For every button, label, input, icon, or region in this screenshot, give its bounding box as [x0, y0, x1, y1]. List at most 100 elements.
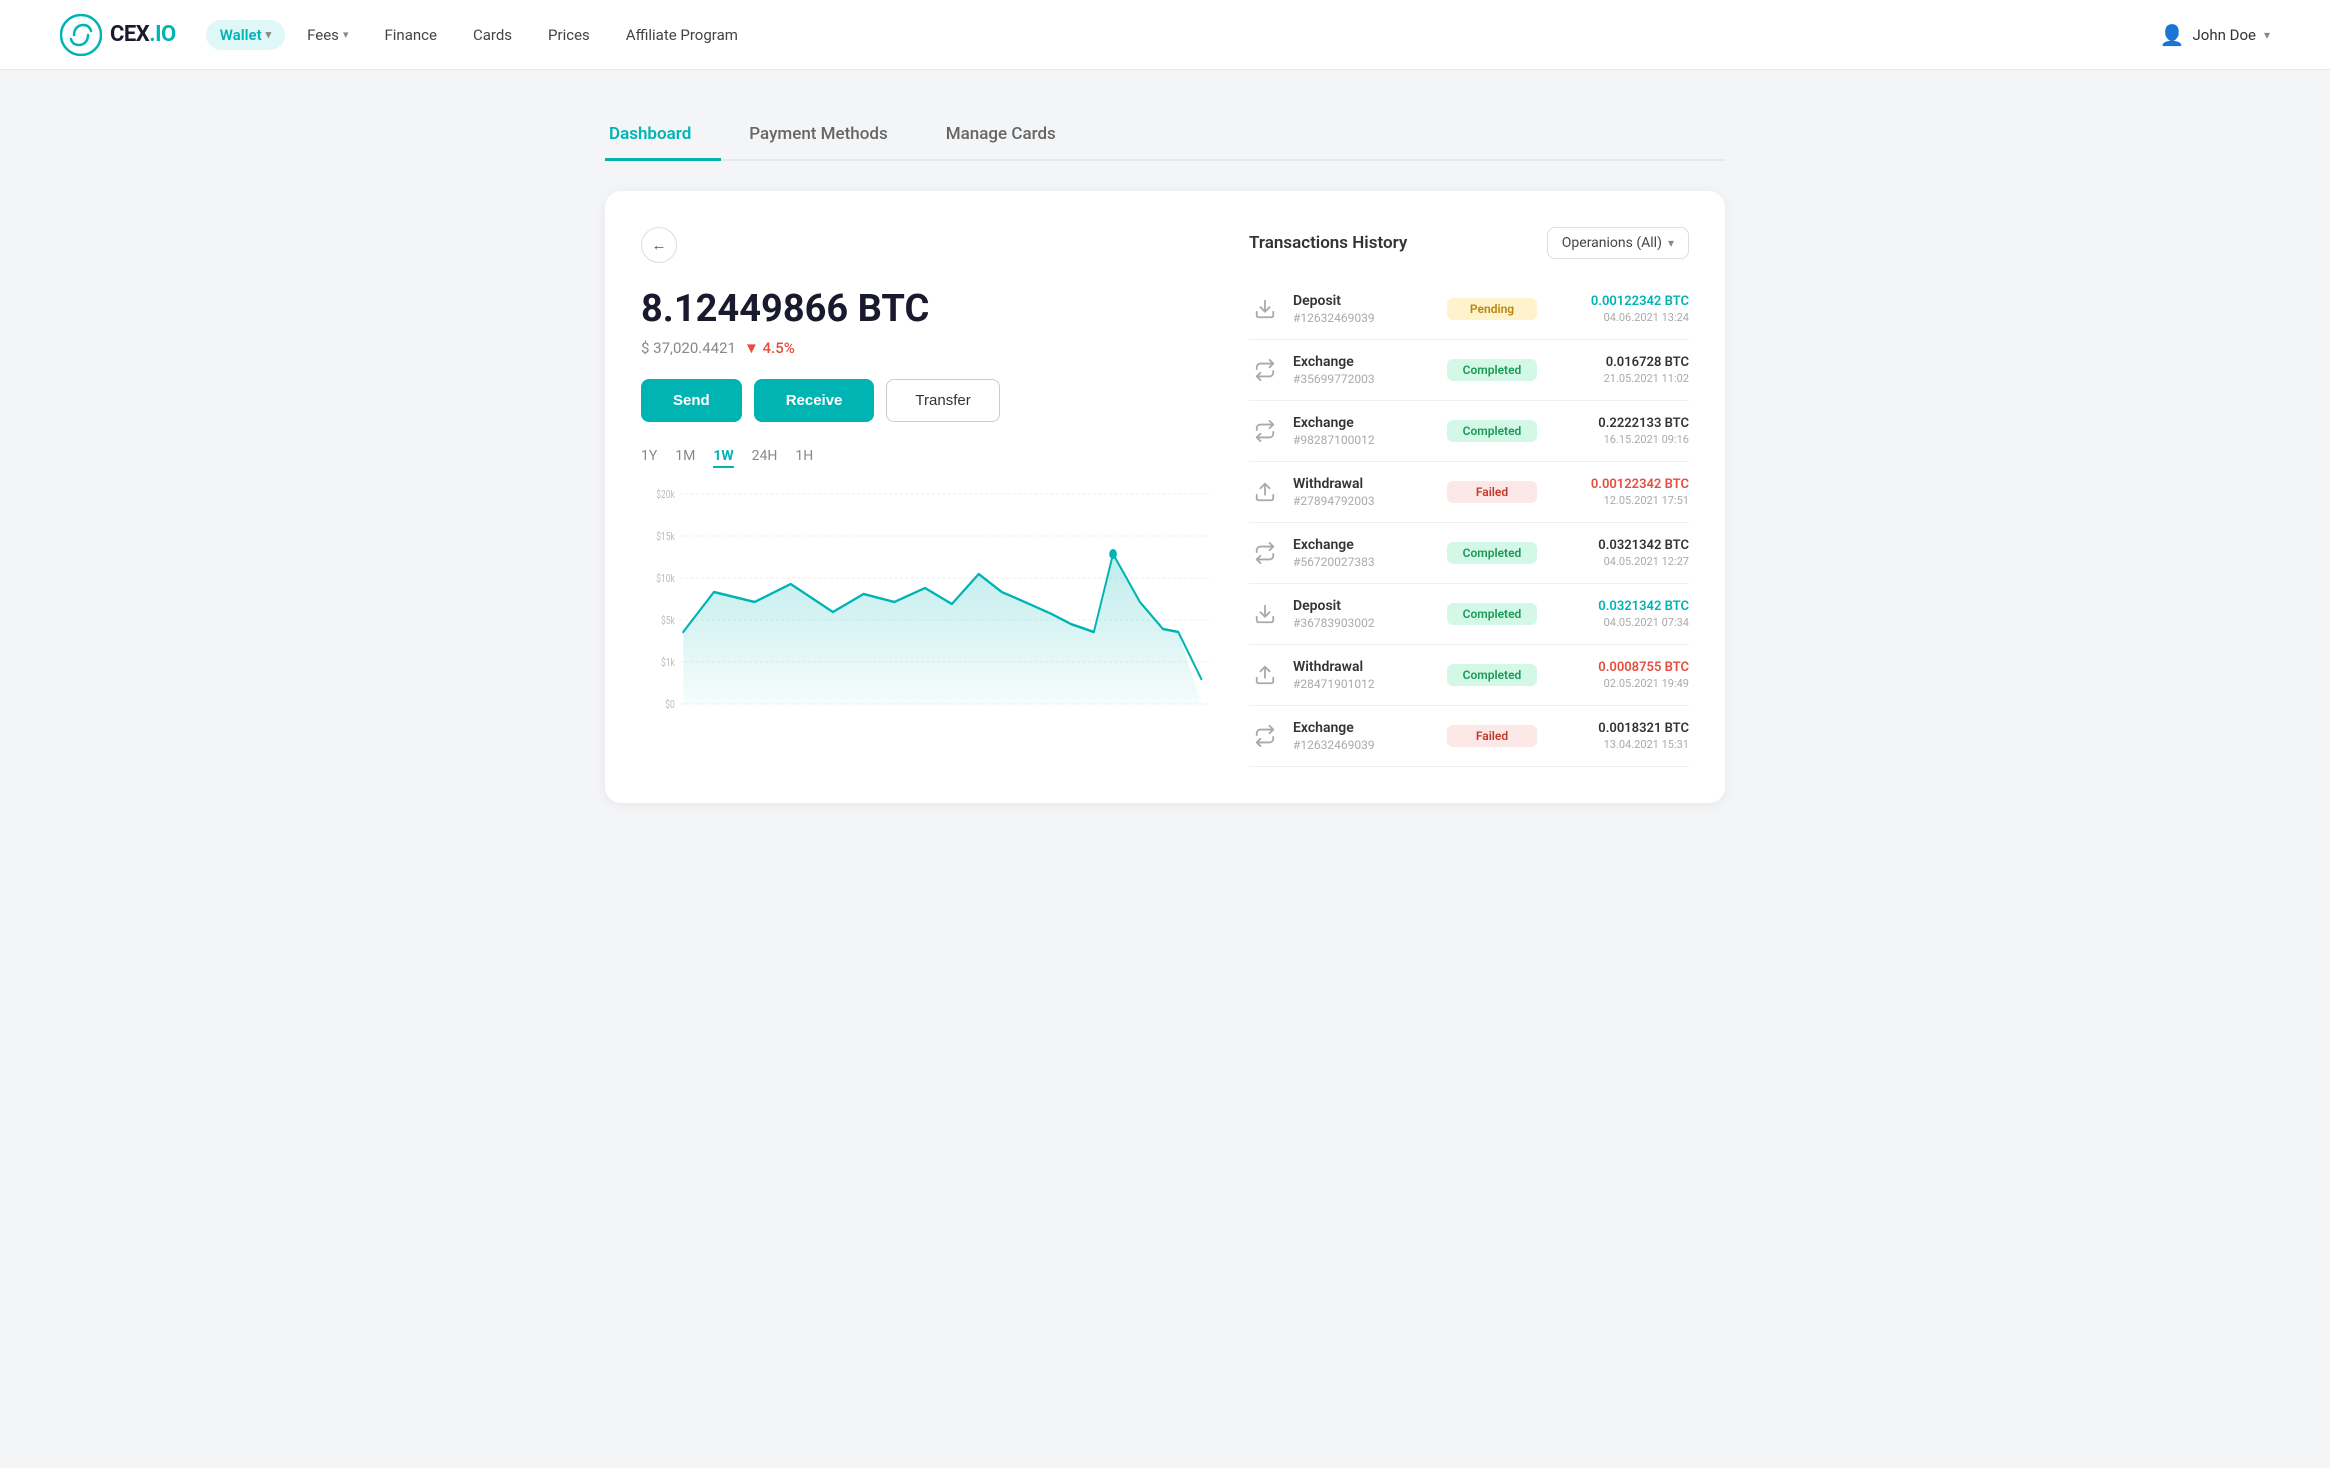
status-badge: Completed: [1447, 603, 1537, 625]
table-row: Exchange #35699772003 Completed 0.016728…: [1249, 340, 1689, 401]
transactions-title: Transactions History: [1249, 233, 1407, 253]
main-card: ← 8.12449866 BTC $ 37,020.4421 ▼ 4.5% Se…: [605, 191, 1725, 803]
transaction-date: 13.04.2021 15:31: [1549, 738, 1689, 751]
transaction-amount: 0.016728 BTC: [1549, 355, 1689, 370]
transaction-id: #12632469039: [1293, 738, 1435, 752]
nav-item-finance[interactable]: Finance: [370, 20, 450, 50]
transaction-icon: [1249, 476, 1281, 508]
table-row: Deposit #12632469039 Pending 0.00122342 …: [1249, 279, 1689, 340]
back-button[interactable]: ←: [641, 227, 677, 263]
page-content: Dashboard Payment Methods Manage Cards ←…: [565, 70, 1765, 843]
price-chart: $20k $15k $10k $5k $1k $0: [641, 484, 1209, 744]
right-panel: Transactions History Operanions (All) ▾ …: [1249, 227, 1689, 767]
transaction-amount-block: 0.0008755 BTC 02.05.2021 19:49: [1549, 660, 1689, 690]
transaction-date: 12.05.2021 17:51: [1549, 494, 1689, 507]
nav-item-fees[interactable]: Fees ▾: [293, 20, 362, 50]
transaction-amount: 0.0321342 BTC: [1549, 538, 1689, 553]
transaction-type: Deposit: [1293, 293, 1435, 309]
table-row: Exchange #12632469039 Failed 0.0018321 B…: [1249, 706, 1689, 767]
filter-24h[interactable]: 24H: [752, 448, 778, 468]
transaction-type: Exchange: [1293, 415, 1435, 431]
price-change: ▼ 4.5%: [744, 339, 795, 357]
wallet-chevron-icon: ▾: [266, 28, 272, 41]
svg-text:$15k: $15k: [656, 531, 675, 543]
nav-links: Wallet ▾ Fees ▾ Finance Cards Prices Aff…: [206, 20, 2160, 50]
action-buttons: Send Receive Transfer: [641, 379, 1209, 422]
transaction-icon: [1249, 659, 1281, 691]
logo-icon: [60, 14, 102, 56]
filter-1h[interactable]: 1H: [795, 448, 813, 468]
transaction-icon: [1249, 720, 1281, 752]
transaction-id: #98287100012: [1293, 433, 1435, 447]
transaction-icon: [1249, 415, 1281, 447]
balance-amount: 8.12449866 BTC: [641, 287, 1209, 331]
transaction-date: 21.05.2021 11:02: [1549, 372, 1689, 385]
transaction-date: 04.05.2021 12:27: [1549, 555, 1689, 568]
status-badge: Failed: [1447, 725, 1537, 747]
nav-item-affiliate[interactable]: Affiliate Program: [612, 20, 752, 50]
filter-1w[interactable]: 1W: [713, 448, 733, 468]
operations-filter-dropdown[interactable]: Operanions (All) ▾: [1547, 227, 1689, 259]
transaction-amount-block: 0.2222133 BTC 16.15.2021 09:16: [1549, 416, 1689, 446]
nav-item-prices[interactable]: Prices: [534, 20, 604, 50]
transaction-date: 02.05.2021 19:49: [1549, 677, 1689, 690]
table-row: Deposit #36783903002 Completed 0.0321342…: [1249, 584, 1689, 645]
status-badge: Failed: [1447, 481, 1537, 503]
transaction-amount: 0.0321342 BTC: [1549, 599, 1689, 614]
filter-1y[interactable]: 1Y: [641, 448, 657, 468]
table-row: Exchange #56720027383 Completed 0.032134…: [1249, 523, 1689, 584]
svg-text:$0: $0: [665, 699, 674, 711]
transaction-info: Exchange #12632469039: [1293, 720, 1435, 752]
logo[interactable]: CEX.IO: [60, 14, 176, 56]
svg-text:$10k: $10k: [656, 573, 675, 585]
fees-chevron-icon: ▾: [343, 28, 349, 41]
nav-item-cards[interactable]: Cards: [459, 20, 526, 50]
transaction-id: #27894792003: [1293, 494, 1435, 508]
send-button[interactable]: Send: [641, 379, 742, 422]
transaction-info: Deposit #12632469039: [1293, 293, 1435, 325]
transaction-info: Exchange #98287100012: [1293, 415, 1435, 447]
balance-fiat: $ 37,020.4421 ▼ 4.5%: [641, 339, 1209, 357]
receive-button[interactable]: Receive: [754, 379, 875, 422]
time-filters: 1Y 1M 1W 24H 1H: [641, 448, 1209, 468]
user-menu[interactable]: 👤 John Doe ▾: [2160, 23, 2270, 47]
transaction-date: 04.06.2021 13:24: [1549, 311, 1689, 324]
left-panel: ← 8.12449866 BTC $ 37,020.4421 ▼ 4.5% Se…: [641, 227, 1209, 767]
transaction-date: 04.05.2021 07:34: [1549, 616, 1689, 629]
status-badge: Pending: [1447, 298, 1537, 320]
tab-dashboard[interactable]: Dashboard: [605, 110, 721, 161]
svg-text:$5k: $5k: [661, 615, 675, 627]
transaction-info: Deposit #36783903002: [1293, 598, 1435, 630]
transactions-list: Deposit #12632469039 Pending 0.00122342 …: [1249, 279, 1689, 767]
status-badge: Completed: [1447, 542, 1537, 564]
transaction-amount-block: 0.00122342 BTC 04.06.2021 13:24: [1549, 294, 1689, 324]
transaction-id: #28471901012: [1293, 677, 1435, 691]
transaction-date: 16.15.2021 09:16: [1549, 433, 1689, 446]
status-badge: Completed: [1447, 420, 1537, 442]
nav-item-wallet[interactable]: Wallet ▾: [206, 20, 285, 50]
transfer-button[interactable]: Transfer: [886, 379, 999, 422]
transaction-icon: [1249, 537, 1281, 569]
transaction-type: Exchange: [1293, 354, 1435, 370]
transaction-type: Withdrawal: [1293, 659, 1435, 675]
svg-text:$20k: $20k: [656, 489, 675, 501]
svg-text:$1k: $1k: [661, 657, 675, 669]
logo-text: CEX.IO: [110, 22, 176, 47]
transaction-id: #36783903002: [1293, 616, 1435, 630]
transaction-icon: [1249, 293, 1281, 325]
user-name: John Doe: [2193, 26, 2256, 44]
transaction-amount-block: 0.0321342 BTC 04.05.2021 12:27: [1549, 538, 1689, 568]
transaction-info: Withdrawal #27894792003: [1293, 476, 1435, 508]
tab-payment-methods[interactable]: Payment Methods: [721, 110, 917, 161]
user-chevron-icon: ▾: [2264, 28, 2270, 42]
table-row: Withdrawal #28471901012 Completed 0.0008…: [1249, 645, 1689, 706]
tab-manage-cards[interactable]: Manage Cards: [918, 110, 1086, 161]
status-badge: Completed: [1447, 359, 1537, 381]
filter-1m[interactable]: 1M: [675, 448, 695, 468]
transaction-amount-block: 0.0018321 BTC 13.04.2021 15:31: [1549, 721, 1689, 751]
chart-svg: $20k $15k $10k $5k $1k $0: [641, 484, 1209, 744]
dropdown-chevron-icon: ▾: [1668, 236, 1674, 250]
transaction-amount: 0.2222133 BTC: [1549, 416, 1689, 431]
transaction-info: Withdrawal #28471901012: [1293, 659, 1435, 691]
transaction-amount: 0.00122342 BTC: [1549, 294, 1689, 309]
